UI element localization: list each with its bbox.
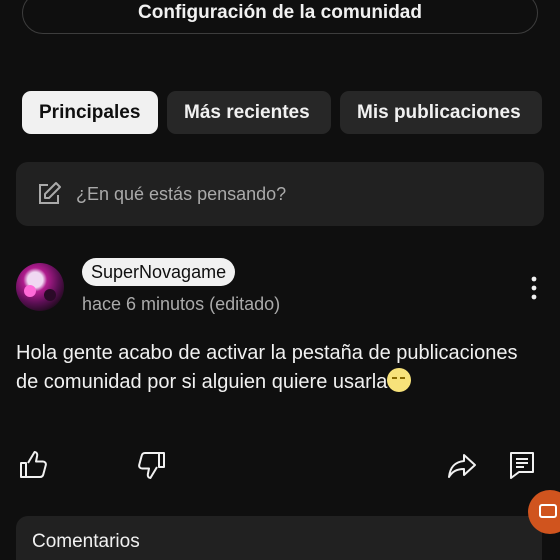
tab-mas-recientes[interactable]: Más recientes (167, 91, 331, 134)
comment-icon[interactable] (507, 450, 537, 480)
post-composer[interactable]: ¿En qué estás pensando? (16, 162, 544, 226)
post-filter-tabs: Principales Más recientes Mis publicacio… (22, 91, 542, 134)
tab-label: Principales (39, 101, 141, 123)
tab-label: Mis publicaciones (357, 101, 521, 123)
edit-icon (39, 182, 61, 204)
chat-icon (539, 504, 557, 518)
like-icon[interactable] (18, 450, 48, 480)
tab-label: Más recientes (184, 101, 310, 123)
composer-placeholder: ¿En qué estás pensando? (76, 183, 287, 204)
comments-section[interactable]: Comentarios (16, 516, 542, 560)
post-timestamp: hace 6 minutos (editado) (82, 294, 281, 314)
post-text: Hola gente acabo de activar la pestaña d… (16, 342, 518, 393)
avatar[interactable] (16, 263, 64, 311)
community-settings-label: Configuración de la comunidad (138, 2, 422, 23)
author-name: SuperNovagame (91, 261, 227, 282)
more-options-icon[interactable] (522, 274, 546, 302)
moon-face-emoji-icon (387, 368, 412, 392)
comments-label: Comentarios (32, 531, 140, 552)
tab-mis-publicaciones[interactable]: Mis publicaciones (340, 91, 542, 134)
dislike-icon[interactable] (137, 450, 167, 480)
author-name-chip[interactable]: SuperNovagame (82, 258, 236, 286)
community-settings-button[interactable]: Configuración de la comunidad (22, 0, 538, 34)
share-icon[interactable] (447, 450, 477, 480)
post-body: Hola gente acabo de activar la pestaña d… (16, 339, 536, 397)
tab-principales[interactable]: Principales (22, 91, 158, 134)
